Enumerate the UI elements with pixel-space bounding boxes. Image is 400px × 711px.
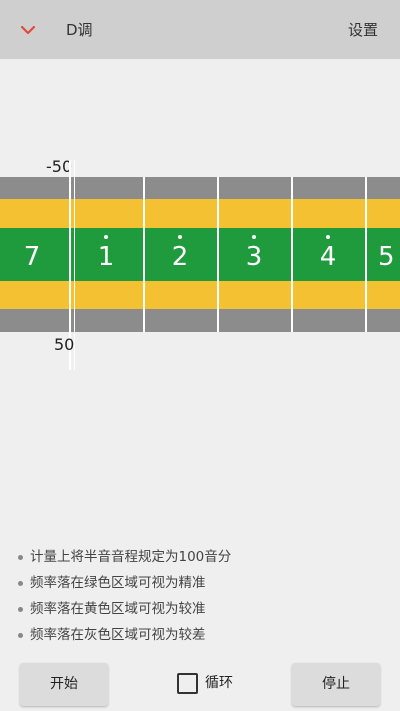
top-bar: D调 设置 xyxy=(0,0,400,59)
gray-band-top xyxy=(0,177,400,199)
high-octave-dot xyxy=(326,235,330,239)
high-octave-dot xyxy=(104,235,108,239)
tip-text: 频率落在灰色区域可视为较差 xyxy=(30,627,206,643)
list-item: 计量上将半音音程规定为100音分 xyxy=(14,544,394,570)
tip-text: 频率落在黄色区域可视为较准 xyxy=(30,601,206,617)
list-item: 频率落在黄色区域可视为较准 xyxy=(14,596,394,622)
note-digit: 1 xyxy=(97,242,115,272)
note-7: 7 xyxy=(12,239,52,279)
loop-label: 循环 xyxy=(205,675,233,691)
tips-list: 计量上将半音音程规定为100音分 频率落在绿色区域可视为精准 频率落在黄色区域可… xyxy=(14,544,394,648)
note-digit: 4 xyxy=(319,242,337,272)
note-digit: 3 xyxy=(245,242,263,272)
note-digit: 5 xyxy=(378,242,395,272)
note-digit: 2 xyxy=(171,242,189,272)
bullet-icon xyxy=(18,555,23,560)
chevron-down-icon[interactable] xyxy=(18,20,38,40)
tip-text: 频率落在绿色区域可视为精准 xyxy=(30,575,206,591)
start-button[interactable]: 开始 xyxy=(20,663,108,706)
note-divider xyxy=(291,177,293,332)
scale-label-bottom: 50 xyxy=(54,335,75,354)
bottom-controls: 开始 循环 停止 xyxy=(0,658,400,711)
high-octave-dot xyxy=(178,235,182,239)
note-divider xyxy=(365,177,367,332)
note-divider xyxy=(143,177,145,332)
note-1: 1 xyxy=(86,235,126,279)
note-divider xyxy=(217,177,219,332)
bullet-icon xyxy=(18,581,23,586)
yellow-band-bottom xyxy=(0,281,400,309)
stop-button[interactable]: 停止 xyxy=(292,663,380,706)
tip-text: 计量上将半音音程规定为100音分 xyxy=(30,549,232,565)
bullet-icon xyxy=(18,633,23,638)
list-item: 频率落在绿色区域可视为精准 xyxy=(14,570,394,596)
note-3: 3 xyxy=(234,235,274,279)
note-5: 5 xyxy=(374,239,400,279)
list-item: 频率落在灰色区域可视为较差 xyxy=(14,622,394,648)
settings-button[interactable]: 设置 xyxy=(348,20,378,40)
bullet-icon xyxy=(18,607,23,612)
gray-band-bottom xyxy=(0,309,400,332)
note-2: 2 xyxy=(160,235,200,279)
page-title: D调 xyxy=(66,21,93,39)
high-octave-dot xyxy=(252,235,256,239)
yellow-band-top xyxy=(0,199,400,228)
loop-checkbox[interactable] xyxy=(177,673,198,694)
note-digit: 7 xyxy=(23,242,41,272)
note-4: 4 xyxy=(308,235,348,279)
